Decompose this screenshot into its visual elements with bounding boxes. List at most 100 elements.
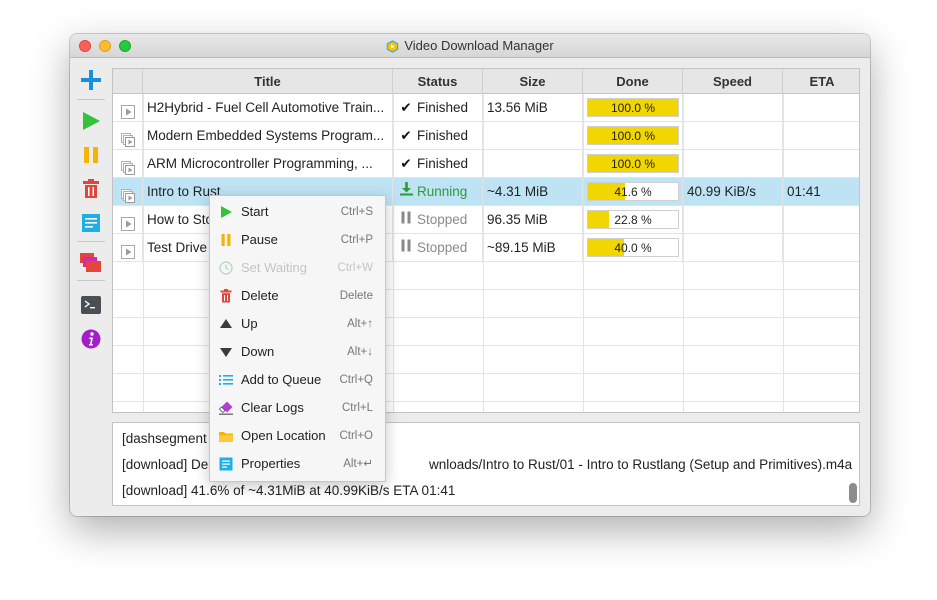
size-cell <box>483 150 583 178</box>
playlist-icon <box>121 157 135 175</box>
menu-item-start[interactable]: Start Ctrl+S <box>210 198 385 226</box>
progress-bar: 40.0 % <box>587 238 679 257</box>
folder-icon <box>218 429 234 443</box>
table-row[interactable]: ARM Microcontroller Programming, ... ✔ Fin… <box>113 150 859 178</box>
row-type-cell <box>113 178 143 206</box>
list-icon <box>218 373 234 387</box>
status-cell: Running <box>393 178 483 206</box>
eta-cell: 01:41 <box>787 184 821 199</box>
row-type-cell <box>113 150 143 178</box>
playlist-button[interactable] <box>80 252 102 274</box>
title-cell: H2Hybrid - Fuel Cell Automotive Train... <box>143 94 393 122</box>
progress-text: 100.0 % <box>610 129 656 143</box>
menu-item-shortcut: Alt+↑ <box>347 318 373 330</box>
menu-item-down[interactable]: Down Alt+↓ <box>210 338 385 366</box>
delete-button[interactable] <box>80 178 102 200</box>
log-line: [dashsegment <box>122 431 207 446</box>
size-cell: ~89.15 MiB <box>483 234 583 262</box>
status-cell: ✔ Finished <box>393 94 483 122</box>
menu-item-shortcut: Delete <box>339 290 373 302</box>
status-cell: Stopped <box>393 234 483 262</box>
app-logo-icon <box>387 39 399 53</box>
menu-item-open-location[interactable]: Open Location Ctrl+O <box>210 422 385 450</box>
header-done[interactable]: Done <box>583 69 683 94</box>
menu-item-set-waiting: Set Waiting Ctrl+W <box>210 254 385 282</box>
header-title[interactable]: Title <box>143 69 393 94</box>
header-eta[interactable]: ETA <box>783 69 859 94</box>
header-status[interactable]: Status <box>393 69 483 94</box>
context-menu: Start Ctrl+S Pause Ctrl+P Set Waiting Ctrl+W D… <box>209 195 386 482</box>
menu-item-shortcut: Alt+↓ <box>347 346 373 358</box>
menu-item-label: Up <box>241 316 258 331</box>
progress-text: 22.8 % <box>614 213 652 227</box>
eta-cell <box>783 94 859 122</box>
header-size[interactable]: Size <box>483 69 583 94</box>
plus-icon <box>81 70 101 90</box>
done-cell: 22.8 % <box>583 206 683 234</box>
speed-cell <box>683 206 783 234</box>
done-cell: 100.0 % <box>583 122 683 150</box>
eta-cell <box>783 206 859 234</box>
about-button[interactable] <box>80 328 102 350</box>
menu-item-label: Add to Queue <box>241 372 322 387</box>
size-cell: ~4.31 MiB <box>483 178 583 206</box>
progress-bar: 100.0 % <box>587 98 679 117</box>
close-window-button[interactable] <box>79 40 91 52</box>
pause-icon <box>399 239 417 255</box>
arrow-down-icon <box>218 345 234 359</box>
check-icon: ✔ <box>400 156 412 171</box>
terminal-icon <box>81 296 101 314</box>
menu-item-label: Properties <box>241 456 301 471</box>
progress-text: 100.0 % <box>610 157 656 171</box>
log-line-tail: wnloads/Intro to Rust/01 - Intro to Rust… <box>429 457 853 472</box>
play-icon <box>218 205 234 219</box>
menu-item-label: Clear Logs <box>241 400 304 415</box>
status-text: Stopped <box>417 212 468 227</box>
start-button[interactable] <box>80 110 102 132</box>
table-row[interactable]: H2Hybrid - Fuel Cell Automotive Train...… <box>113 94 859 122</box>
status-text: Stopped <box>417 240 468 255</box>
add-download-button[interactable] <box>80 69 102 91</box>
size-cell: 96.35 MiB <box>483 206 583 234</box>
status-cell: ✔ Finished <box>393 150 483 178</box>
trash-icon <box>83 179 99 198</box>
minimize-window-button[interactable] <box>99 40 111 52</box>
menu-item-delete[interactable]: Delete Delete <box>210 282 385 310</box>
log-line: [download] 41.6% of ~4.31MiB at 40.99KiB… <box>122 483 456 498</box>
menu-item-shortcut: Ctrl+W <box>337 262 373 274</box>
done-cell: 41.6 % <box>583 178 683 206</box>
title-bar: Video Download Manager <box>70 34 870 58</box>
table-row[interactable]: Modern Embedded Systems Program... ✔ Finis… <box>113 122 859 150</box>
done-cell: 100.0 % <box>583 150 683 178</box>
check-icon: ✔ <box>400 128 412 143</box>
pause-button[interactable] <box>80 144 102 166</box>
status-text: Finished <box>417 156 469 171</box>
progress-bar: 100.0 % <box>587 154 679 173</box>
download-icon <box>399 182 417 199</box>
menu-item-properties[interactable]: Properties Alt+↵ <box>210 450 385 478</box>
properties-button[interactable] <box>80 212 102 234</box>
eta-cell <box>783 234 859 262</box>
menu-item-pause[interactable]: Pause Ctrl+P <box>210 226 385 254</box>
menu-item-shortcut: Ctrl+O <box>339 430 373 442</box>
menu-item-label: Delete <box>241 288 279 303</box>
play-icon <box>121 241 135 259</box>
progress-bar: 41.6 % <box>587 182 679 201</box>
menu-item-clear-logs[interactable]: Clear Logs Ctrl+L <box>210 394 385 422</box>
header-speed[interactable]: Speed <box>683 69 783 94</box>
side-toolbar <box>74 66 108 366</box>
play-icon <box>121 101 135 119</box>
menu-item-up[interactable]: Up Alt+↑ <box>210 310 385 338</box>
menu-item-shortcut: Ctrl+P <box>340 234 373 246</box>
playlist-icon <box>121 185 135 203</box>
menu-item-shortcut: Ctrl+L <box>342 402 373 414</box>
clock-icon <box>218 261 234 275</box>
playlist-icon <box>121 129 135 147</box>
log-scrollbar[interactable] <box>849 483 857 503</box>
status-cell: Stopped <box>393 206 483 234</box>
row-type-cell <box>113 234 143 262</box>
done-cell: 100.0 % <box>583 94 683 122</box>
terminal-button[interactable] <box>80 294 102 316</box>
menu-item-add-to-queue[interactable]: Add to Queue Ctrl+Q <box>210 366 385 394</box>
maximize-window-button[interactable] <box>119 40 131 52</box>
